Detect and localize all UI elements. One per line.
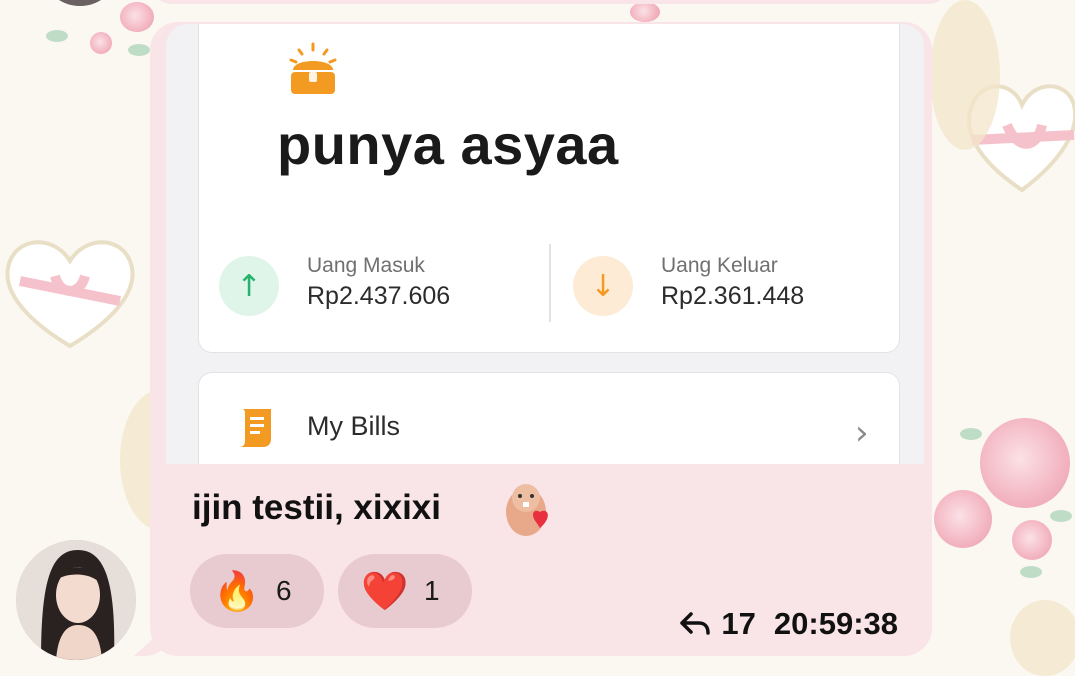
treasure-chest-icon <box>289 42 337 94</box>
message-bubble[interactable]: punya asyaa ↑ Uang Masuk Rp2.437.606 ↓ U… <box>150 22 932 656</box>
income-label: Uang Masuk <box>307 254 425 277</box>
message-text: ijin testii, xixixi <box>192 488 441 527</box>
sender-avatar[interactable] <box>16 540 136 660</box>
expense-label: Uang Keluar <box>661 254 778 277</box>
reaction-count: 6 <box>276 575 292 606</box>
divider <box>549 244 551 322</box>
message-meta: 17 20:59:38 <box>679 606 898 642</box>
arrow-down-icon: ↓ <box>573 256 633 316</box>
avatar-portrait <box>16 540 136 660</box>
leaf-decoration <box>128 44 150 56</box>
beaver-heart-sticker-icon <box>506 484 548 536</box>
rose-decoration <box>630 2 660 22</box>
rose-decoration <box>120 2 154 32</box>
chevron-right-icon: › <box>855 413 869 453</box>
leaf-decoration <box>1020 566 1042 578</box>
reaction-heart[interactable]: ❤️ 1 <box>338 554 472 628</box>
attached-screenshot[interactable]: punya asyaa ↑ Uang Masuk Rp2.437.606 ↓ U… <box>166 24 924 464</box>
reaction-fire[interactable]: 🔥 6 <box>190 554 324 628</box>
fire-emoji: 🔥 <box>213 568 261 613</box>
leaf-decoration <box>46 30 68 42</box>
bills-card: My Bills › <box>198 372 900 464</box>
rose-decoration <box>980 418 1070 508</box>
receipt-scroll-icon <box>239 409 271 447</box>
previous-message-bubble[interactable] <box>150 0 950 4</box>
bear-decoration <box>930 0 1000 150</box>
income-value: Rp2.437.606 <box>307 282 451 310</box>
heart-emoji: ❤️ <box>361 568 409 613</box>
leaf-decoration <box>960 428 982 440</box>
expense-value: Rp2.361.448 <box>661 282 805 310</box>
bear-decoration <box>1010 600 1075 676</box>
reply-count[interactable]: 17 <box>721 606 755 642</box>
cashflow-card: ↑ Uang Masuk Rp2.437.606 ↓ Uang Keluar R… <box>198 216 900 353</box>
rose-decoration <box>90 32 112 54</box>
bills-label: My Bills <box>307 411 400 441</box>
rose-decoration <box>934 490 992 548</box>
arrow-up-icon: ↑ <box>219 256 279 316</box>
heart-decoration <box>5 240 135 349</box>
rose-decoration <box>1012 520 1052 560</box>
leaf-decoration <box>1050 510 1072 522</box>
wallet-name: punya asyaa <box>277 113 619 176</box>
reply-arrow-icon[interactable] <box>679 609 711 639</box>
wallet-header-card: punya asyaa <box>198 24 900 217</box>
message-time: 20:59:38 <box>773 606 898 641</box>
reaction-count: 1 <box>424 575 440 606</box>
